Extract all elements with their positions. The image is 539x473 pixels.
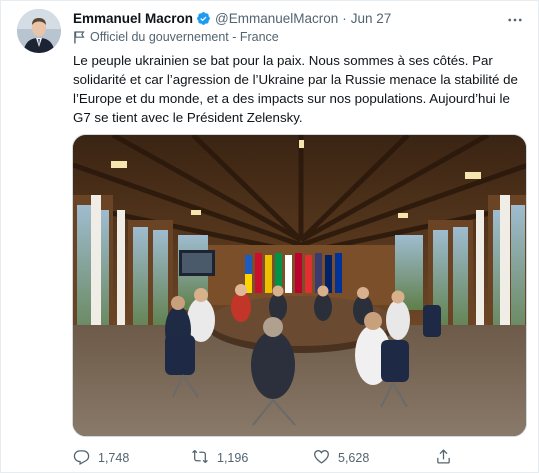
tweet-photo[interactable] [72,134,527,437]
retweet-button[interactable]: 1,196 [191,447,248,469]
tweet-date[interactable]: Jun 27 [351,11,392,26]
retweet-icon [191,448,209,468]
government-flag-icon [73,30,85,44]
verified-badge-icon [196,11,211,26]
share-button[interactable] [435,447,452,469]
reply-button[interactable]: 1,748 [73,447,129,469]
tweet-card[interactable]: Emmanuel Macron @EmmanuelMacron · Jun 27… [0,0,539,473]
like-icon [313,448,330,468]
government-label-text: Officiel du gouvernement - France [90,30,279,44]
tweet-header: Emmanuel Macron @EmmanuelMacron · Jun 27 [73,9,391,27]
avatar-portrait [17,9,61,53]
tweet-text: Le peuple ukrainien se bat pour la paix.… [73,53,518,125]
like-button[interactable]: 5,628 [313,447,369,469]
share-icon [435,448,452,468]
retweet-count: 1,196 [217,451,249,465]
reply-icon [73,448,90,468]
avatar[interactable] [17,9,61,53]
like-count: 5,628 [338,451,370,465]
author-handle[interactable]: @EmmanuelMacron [215,11,338,26]
separator-dot: · [342,10,347,26]
author-name[interactable]: Emmanuel Macron [73,11,193,26]
government-label[interactable]: Officiel du gouvernement - France [73,29,279,45]
tweet-actions: 1,748 1,196 5,628 [73,447,473,469]
g7-meeting-photo [73,135,526,436]
reply-count: 1,748 [98,451,130,465]
more-options-icon[interactable] [506,11,524,29]
